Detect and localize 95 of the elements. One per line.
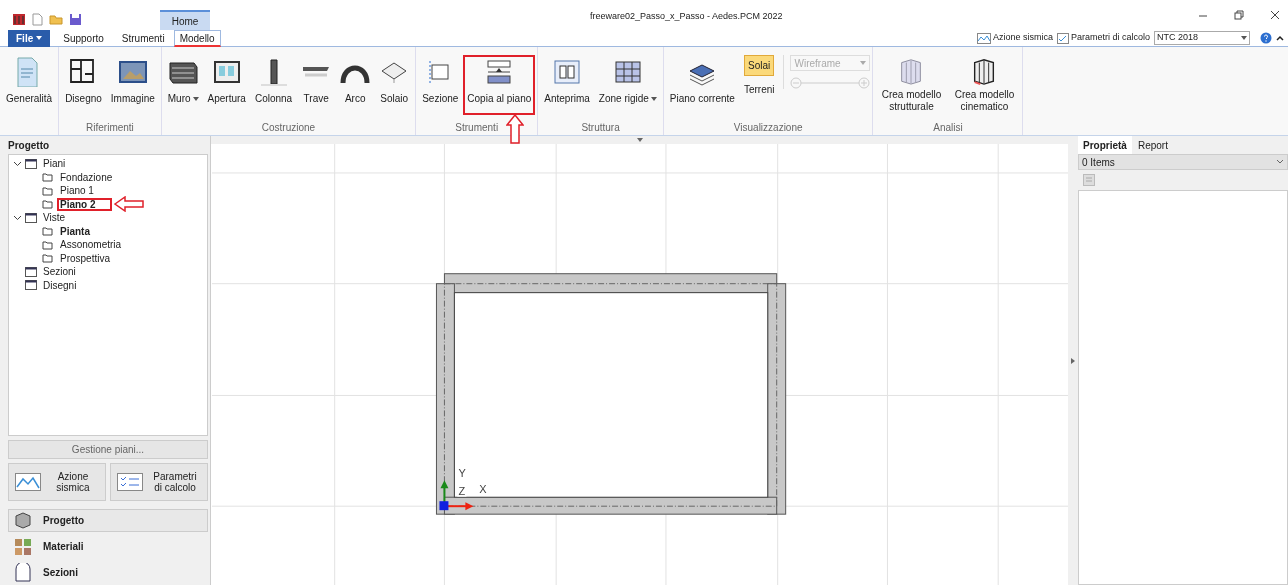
seismic-chart-icon	[15, 473, 41, 491]
help-icon[interactable]	[1260, 32, 1272, 44]
tree-item[interactable]: Assonometria	[57, 238, 125, 252]
ribbon-group-label: Visualizzazione	[733, 120, 803, 135]
tree-item[interactable]: Prospettiva	[57, 251, 114, 265]
close-icon[interactable]	[1270, 10, 1280, 20]
ribbon-group-label: Strumenti	[455, 120, 499, 135]
axis-label: Y	[458, 467, 466, 480]
ribbon-button[interactable]: Crea modello strutturale	[875, 55, 948, 115]
restore-icon[interactable]	[1234, 10, 1244, 20]
tree-item[interactable]: Viste	[40, 211, 69, 225]
save-icon[interactable]	[69, 12, 82, 26]
chevron-down-icon	[1276, 159, 1284, 165]
ribbon-button[interactable]: Anteprima	[540, 55, 594, 115]
annotation-arrow-icon	[113, 196, 144, 213]
column-icon	[258, 57, 289, 87]
folder-icon	[42, 199, 54, 210]
zoom-slider-drawing[interactable]	[790, 77, 871, 89]
tree-item[interactable]: Disegni	[40, 278, 80, 292]
ribbon-button[interactable]: Zone rigide	[594, 55, 661, 115]
folder-icon	[42, 185, 54, 196]
ribbon-group-label: Riferimenti	[86, 120, 134, 135]
folder-icon	[42, 172, 54, 183]
materials-icon	[13, 536, 33, 557]
caret-icon	[192, 96, 199, 101]
sidebar-button[interactable]: Parametri di calcolo	[110, 463, 208, 501]
chevron-down-icon[interactable]	[13, 213, 22, 222]
tree-item[interactable]: Fondazione	[57, 170, 116, 184]
nav-item[interactable]: Sezioni	[8, 561, 208, 584]
panel-icon	[25, 266, 37, 277]
axis-gizmo-drawing	[439, 480, 474, 511]
folder-icon	[42, 253, 54, 264]
ribbon-tab[interactable]: Strumenti	[112, 29, 174, 47]
nav-item[interactable]: Progetto	[8, 509, 208, 532]
preview-icon	[552, 57, 583, 87]
ribbon-button[interactable]: Disegno	[61, 55, 106, 115]
manage-floors-button[interactable]: Gestione piani...	[8, 440, 208, 459]
ribbon-button[interactable]: Sezione	[418, 55, 463, 115]
collapse-ribbon-icon[interactable]	[1276, 35, 1284, 41]
norm-value: NTC 2018	[1157, 31, 1199, 45]
ribbon-tab[interactable]: Supporto	[54, 29, 113, 47]
panel-icon	[25, 212, 37, 223]
seismic-action-button[interactable]: Azione sismica	[976, 31, 1053, 45]
ribbon-tab[interactable]: Modello	[173, 29, 221, 47]
ribbon-button[interactable]: Generalità	[2, 55, 57, 115]
section-profile-icon	[13, 562, 33, 583]
caret-icon	[36, 36, 43, 40]
ribbon-group-label: Struttura	[581, 120, 620, 135]
toggle-button[interactable]: Solai	[744, 55, 775, 76]
panel-title: Progetto	[8, 138, 51, 153]
expand-panel-icon[interactable]	[1071, 357, 1075, 364]
ribbon-button[interactable]: Solaio	[375, 55, 414, 115]
panel-tab[interactable]: Proprietà	[1078, 136, 1132, 154]
folder-icon	[42, 226, 54, 237]
ribbon-button[interactable]: Apertura	[203, 55, 250, 115]
file-menu-button[interactable]: File	[8, 29, 51, 47]
panel-tab[interactable]: Report	[1131, 136, 1174, 154]
ribbon-button[interactable]: Arco	[336, 55, 375, 115]
ribbon-group-label: Costruzione	[261, 120, 316, 135]
sidebar-button[interactable]: Azione sismica	[8, 463, 106, 501]
app-logo-icon	[12, 12, 26, 26]
folder-icon	[42, 239, 54, 250]
caret-icon	[860, 61, 867, 65]
checklist-icon	[117, 473, 143, 491]
window-title: freeware02_Passo_x_Passo - Aedes.PCM 2022	[590, 10, 783, 23]
axis-label: X	[479, 483, 487, 496]
ribbon-button[interactable]: Immagine	[106, 55, 159, 115]
selection-dropdown[interactable]: 0 Items	[1078, 154, 1288, 170]
ribbon-button[interactable]: Piano corrente	[665, 55, 739, 115]
chevron-down-icon[interactable]	[13, 159, 22, 168]
checklist-icon	[1056, 32, 1069, 44]
ribbon-button[interactable]: Copia al piano	[463, 55, 536, 115]
panel-icon	[25, 158, 37, 169]
tree-item[interactable]: Sezioni	[40, 265, 79, 279]
caret-icon	[650, 96, 657, 101]
contextual-tab-header: Home	[160, 10, 210, 30]
tree-item[interactable]: Pianta	[57, 224, 93, 238]
tree-item[interactable]: Piano 1	[57, 184, 97, 198]
caret-icon[interactable]	[636, 138, 643, 142]
nav-item[interactable]: Materiali	[8, 535, 208, 558]
dropdown-arrow-icon	[1241, 36, 1247, 40]
ribbon-button[interactable]: Colonna	[250, 55, 297, 115]
chart-icon	[976, 32, 991, 44]
ribbon-group-label: Analisi	[933, 120, 963, 135]
tree-item[interactable]: Piano 2	[57, 197, 112, 211]
ribbon-button[interactable]: Crea modello cinematico	[948, 55, 1021, 115]
calc-parameters-button[interactable]: Parametri di calcolo	[1056, 31, 1150, 45]
axis-label: Z	[458, 485, 466, 498]
terrain-button[interactable]: Terreni	[743, 82, 775, 97]
ribbon-button[interactable]: Muro	[163, 55, 203, 115]
panel-icon	[25, 280, 37, 291]
norm-dropdown[interactable]: NTC 2018	[1154, 31, 1250, 45]
tree-item[interactable]: Piani	[40, 157, 69, 171]
ribbon-button[interactable]: Trave	[297, 55, 336, 115]
cube-icon	[13, 510, 33, 531]
